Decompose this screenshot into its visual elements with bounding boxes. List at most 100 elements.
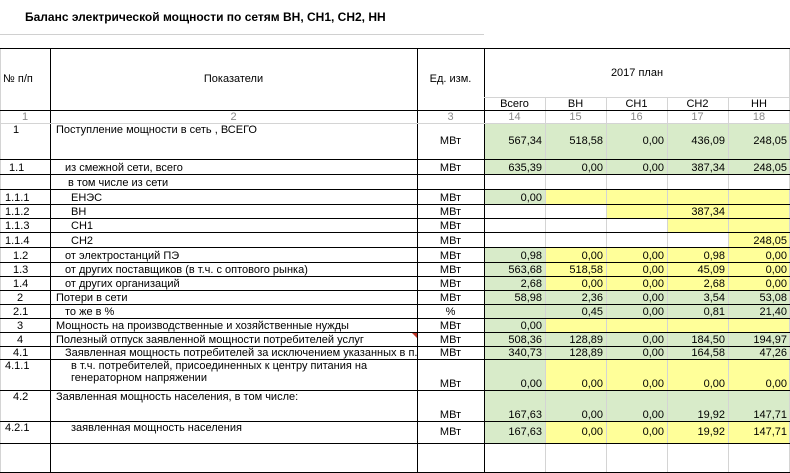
value-cell[interactable]: 248,05	[728, 232, 790, 247]
row-number[interactable]: 4.1	[0, 346, 50, 359]
value-cell[interactable]: 2,68	[667, 276, 728, 290]
value-cell[interactable]	[606, 204, 667, 218]
row-unit[interactable]: МВт	[417, 332, 484, 346]
row-number[interactable]: 4.2	[0, 390, 50, 421]
value-cell[interactable]: 0,00	[545, 159, 606, 174]
row-number[interactable]	[0, 174, 50, 189]
value-cell[interactable]	[484, 304, 545, 318]
value-cell[interactable]	[484, 204, 545, 218]
row-indicator[interactable]: ЕНЭС	[50, 189, 417, 204]
value-cell[interactable]	[545, 204, 606, 218]
value-cell[interactable]	[667, 189, 728, 204]
value-cell[interactable]: 21,40	[728, 304, 790, 318]
value-cell[interactable]	[545, 174, 606, 189]
value-cell[interactable]: 0,00	[606, 247, 667, 262]
value-cell[interactable]: 0,00	[545, 421, 606, 443]
row-unit[interactable]: МВт	[417, 189, 484, 204]
row-indicator[interactable]: от электростанций ПЭ	[50, 247, 417, 262]
value-cell[interactable]: 248,05	[728, 123, 790, 159]
value-cell[interactable]: 0,00	[606, 332, 667, 346]
value-cell[interactable]	[728, 218, 790, 232]
row-unit[interactable]: %	[417, 304, 484, 318]
row-unit[interactable]: МВт	[417, 346, 484, 359]
value-cell[interactable]	[606, 174, 667, 189]
row-indicator[interactable]: то же в %	[50, 304, 417, 318]
value-cell[interactable]: 128,89	[545, 332, 606, 346]
header-col-sn2[interactable]: СН2	[667, 97, 728, 110]
value-cell[interactable]: 47,26	[728, 346, 790, 359]
row-unit[interactable]: МВт	[417, 218, 484, 232]
row-unit[interactable]: МВт	[417, 123, 484, 159]
value-cell[interactable]: 3,54	[667, 290, 728, 304]
value-cell[interactable]	[484, 218, 545, 232]
value-cell[interactable]: 53,08	[728, 290, 790, 304]
row-number[interactable]: 1	[0, 123, 50, 159]
header-unit[interactable]: Ед. изм.	[417, 48, 484, 110]
value-cell[interactable]	[667, 218, 728, 232]
value-cell[interactable]: 45,09	[667, 262, 728, 276]
row-indicator[interactable]: в т.ч. потребителей, присоединенных к це…	[50, 359, 417, 390]
value-cell[interactable]: 19,92	[667, 421, 728, 443]
value-cell[interactable]: 0,00	[545, 247, 606, 262]
row-unit[interactable]: МВт	[417, 204, 484, 218]
value-cell[interactable]: 0,00	[606, 262, 667, 276]
row-unit[interactable]: МВт	[417, 232, 484, 247]
value-cell[interactable]: 167,63	[484, 421, 545, 443]
value-cell[interactable]	[606, 189, 667, 204]
value-cell[interactable]	[667, 318, 728, 332]
value-cell[interactable]: 0,00	[667, 359, 728, 390]
row-number[interactable]: 2.1	[0, 304, 50, 318]
value-cell[interactable]	[484, 232, 545, 247]
row-indicator[interactable]: Полезный отпуск заявленной мощности потр…	[50, 332, 417, 346]
value-cell[interactable]: 0,98	[484, 247, 545, 262]
value-cell[interactable]: 128,89	[545, 346, 606, 359]
value-cell[interactable]: 0,00	[606, 276, 667, 290]
value-cell[interactable]: 194,97	[728, 332, 790, 346]
value-cell[interactable]	[667, 174, 728, 189]
value-cell[interactable]: 387,34	[667, 159, 728, 174]
header-col-sn1[interactable]: СН1	[606, 97, 667, 110]
value-cell[interactable]: 19,92	[667, 390, 728, 421]
value-cell[interactable]: 0,00	[606, 359, 667, 390]
row-indicator[interactable]: Заявленная мощность населения, в том чис…	[50, 390, 417, 421]
row-number[interactable]: 1.4	[0, 276, 50, 290]
value-cell[interactable]: 387,34	[667, 204, 728, 218]
header-col-total[interactable]: Всего	[484, 97, 545, 110]
value-cell[interactable]	[545, 232, 606, 247]
row-indicator[interactable]: заявленная мощность населения	[50, 421, 417, 443]
row-number[interactable]: 4.1.1	[0, 359, 50, 390]
header-col-nn[interactable]: НН	[728, 97, 790, 110]
value-cell[interactable]	[545, 218, 606, 232]
value-cell[interactable]: 0,00	[606, 159, 667, 174]
row-number[interactable]: 4.2.1	[0, 421, 50, 443]
value-cell[interactable]: 563,68	[484, 262, 545, 276]
row-unit[interactable]	[417, 174, 484, 189]
row-indicator[interactable]: Поступление мощности в сеть , ВСЕГО	[50, 123, 417, 159]
value-cell[interactable]: 0,00	[606, 304, 667, 318]
value-cell[interactable]	[606, 232, 667, 247]
row-indicator[interactable]: в том числе из сети	[50, 174, 417, 189]
value-cell[interactable]	[606, 218, 667, 232]
row-number[interactable]: 1.1.3	[0, 218, 50, 232]
value-cell[interactable]: 567,34	[484, 123, 545, 159]
value-cell[interactable]: 0,00	[606, 346, 667, 359]
row-number[interactable]: 1.1	[0, 159, 50, 174]
value-cell[interactable]: 436,09	[667, 123, 728, 159]
row-number[interactable]: 1.1.1	[0, 189, 50, 204]
value-cell[interactable]: 147,71	[728, 421, 790, 443]
value-cell[interactable]	[728, 318, 790, 332]
value-cell[interactable]	[606, 318, 667, 332]
value-cell[interactable]: 0,00	[484, 318, 545, 332]
value-cell[interactable]: 0,00	[606, 123, 667, 159]
value-cell[interactable]: 2,68	[484, 276, 545, 290]
value-cell[interactable]: 635,39	[484, 159, 545, 174]
row-unit[interactable]: МВт	[417, 318, 484, 332]
value-cell[interactable]: 164,58	[667, 346, 728, 359]
row-indicator[interactable]: от других организаций	[50, 276, 417, 290]
value-cell[interactable]: 340,73	[484, 346, 545, 359]
row-indicator[interactable]: СН1	[50, 218, 417, 232]
row-unit[interactable]: МВт	[417, 262, 484, 276]
value-cell[interactable]: 0,98	[667, 247, 728, 262]
row-indicator[interactable]: Потери в сети	[50, 290, 417, 304]
row-number[interactable]: 1.1.2	[0, 204, 50, 218]
